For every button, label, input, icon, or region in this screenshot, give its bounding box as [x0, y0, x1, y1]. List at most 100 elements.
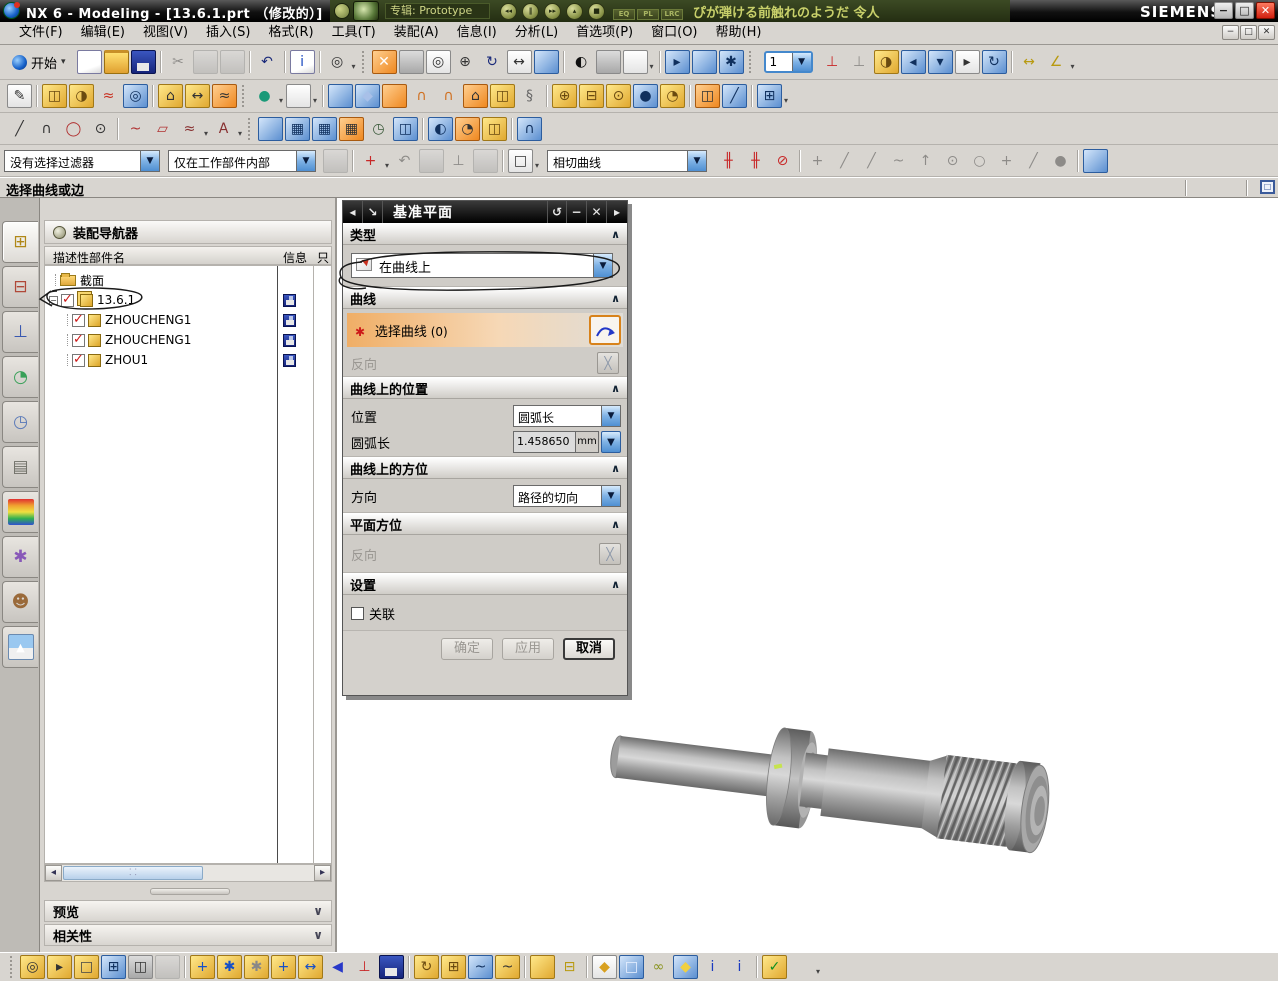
variant-component-icon[interactable]: ⊞: [441, 955, 466, 979]
dialog-minimize-icon[interactable]: −: [567, 201, 587, 223]
dialog-back-icon[interactable]: ◂: [343, 201, 363, 223]
unite-icon[interactable]: ⊕: [552, 84, 577, 108]
joined-surface-icon[interactable]: ◫: [482, 116, 507, 141]
dialog-reset-icon[interactable]: ↺: [547, 201, 567, 223]
location-combo[interactable]: 圆弧长 ▼: [513, 405, 621, 427]
measure-angle-icon[interactable]: ∠: [1044, 50, 1075, 74]
undo-icon[interactable]: ↶: [255, 50, 280, 74]
draft-surface-icon[interactable]: ◐: [428, 116, 453, 141]
subtract-icon[interactable]: ⊟: [579, 84, 604, 108]
tree-row-section[interactable]: 截面: [45, 270, 331, 290]
menu-assemblies[interactable]: 装配(A): [385, 22, 448, 44]
panel-splitter-handle[interactable]: [150, 888, 230, 895]
orientation-section-header[interactable]: 曲线上的方位 ∧: [343, 457, 627, 479]
interpart-diamond-icon[interactable]: ◆: [673, 955, 698, 979]
collapse-chevron-icon[interactable]: ∧: [611, 462, 620, 475]
scroll-left-icon[interactable]: ◂: [45, 865, 62, 881]
zoom-box-icon[interactable]: ◎: [425, 50, 451, 74]
column-info[interactable]: 信息: [283, 249, 307, 266]
collapse-chevron-icon[interactable]: ∧: [611, 578, 620, 591]
deselect-all-icon[interactable]: [419, 148, 444, 173]
undo-selection-icon[interactable]: ↶: [392, 149, 417, 173]
curve-select-tool-button[interactable]: [589, 315, 621, 345]
sketch-icon[interactable]: ✎: [7, 84, 32, 108]
column-read-only[interactable]: 只: [317, 249, 329, 266]
sequence-icon[interactable]: ⊟: [557, 955, 582, 979]
collapse-chevron-icon[interactable]: ∧: [611, 228, 620, 241]
wave-geometry-linker-icon[interactable]: ◆: [592, 955, 617, 979]
chevron-down-icon[interactable]: ∨: [313, 904, 323, 918]
navigator-horizontal-scrollbar[interactable]: ◂ ▸: [44, 864, 332, 882]
arc-length-value[interactable]: 1.458650: [513, 431, 575, 453]
paste-icon[interactable]: [219, 50, 245, 74]
chevron-down-icon[interactable]: ∨: [313, 928, 323, 942]
copy-icon[interactable]: [192, 50, 218, 74]
curve-rule-dropdown-arrow-icon[interactable]: ▼: [687, 150, 706, 171]
graphics-window[interactable]: X Y Z ⊞⊟⊥◔◷▤✱☻▲ 装配导航器 描述性部件名 信息 只 截面: [0, 198, 1278, 952]
player-rewind-button[interactable]: ◂◂: [500, 2, 517, 20]
dependencies-section-bar[interactable]: 相关性 ∨: [44, 924, 332, 946]
plane-orientation-section-header[interactable]: 平面方位 ∧: [343, 513, 627, 535]
player-forward-button[interactable]: ▸▸: [544, 2, 561, 20]
text-curve-icon[interactable]: A: [211, 117, 242, 141]
background-icon[interactable]: [595, 50, 621, 74]
column-descriptive-part-name[interactable]: 描述性部件名: [53, 249, 125, 266]
component-checkbox[interactable]: [72, 332, 85, 347]
layer-dropdown-arrow-icon[interactable]: ▼: [791, 53, 811, 71]
chain-link-icon[interactable]: ∞: [646, 955, 671, 979]
hole-icon[interactable]: ●: [633, 84, 658, 108]
start-button[interactable]: 开始 ▾: [6, 52, 72, 73]
save-file-icon[interactable]: [130, 50, 156, 74]
boss-icon[interactable]: [382, 84, 407, 108]
primitive-icon[interactable]: ●: [252, 84, 283, 108]
interpart-link-b-icon[interactable]: ╫: [743, 149, 768, 173]
measure-distance-icon[interactable]: ↔: [1017, 50, 1042, 74]
cancel-button[interactable]: 取消: [563, 638, 615, 660]
dialog-drag-icon[interactable]: ↘: [363, 201, 383, 223]
menu-format[interactable]: 格式(R): [259, 22, 322, 44]
no-snap-icon[interactable]: ⊘: [770, 149, 795, 173]
menu-window[interactable]: 窗口(O): [642, 22, 706, 44]
menu-analysis[interactable]: 分析(L): [506, 22, 567, 44]
resource-tab-part-navigator[interactable]: ⊥: [2, 311, 38, 353]
player-stop-button[interactable]: ■: [588, 2, 605, 20]
component-checkbox[interactable]: [72, 312, 85, 327]
snap-pole-icon[interactable]: ↑: [913, 149, 938, 173]
sphere-icon[interactable]: ◆: [355, 84, 380, 108]
collapse-expander-icon[interactable]: −: [49, 295, 58, 305]
navigator-title-bar[interactable]: 装配导航器: [44, 220, 332, 244]
tree-row-zhoucheng1-2[interactable]: ZHOUCHENG1: [45, 330, 331, 350]
show-and-hide-icon[interactable]: ◂: [900, 50, 926, 74]
menu-view[interactable]: 视图(V): [134, 22, 197, 44]
pan-view-icon[interactable]: ↔: [506, 50, 532, 74]
select-components-icon[interactable]: □: [74, 955, 99, 979]
fill-view-icon[interactable]: [398, 50, 424, 74]
datum-plane-offset-icon[interactable]: [691, 50, 717, 74]
collapse-chevron-icon[interactable]: ∧: [611, 518, 620, 531]
snap-on-curve-icon[interactable]: ~: [886, 149, 911, 173]
pin-icon[interactable]: [53, 225, 66, 239]
menu-tools[interactable]: 工具(T): [323, 22, 385, 44]
rectangle-select-icon[interactable]: □: [508, 148, 539, 173]
resource-tab-system-materials[interactable]: ▤: [2, 446, 38, 488]
wrench-edit-icon[interactable]: ~: [468, 955, 493, 979]
player-pause-button[interactable]: ‖: [522, 2, 539, 20]
link-information-icon[interactable]: i: [700, 955, 725, 979]
profile-icon[interactable]: ▱: [150, 117, 175, 141]
snap-quadrant-icon[interactable]: ○: [967, 149, 992, 173]
player-lrc-button[interactable]: LRC: [661, 9, 683, 20]
remember-constraints-icon[interactable]: [379, 955, 404, 979]
pocket-icon[interactable]: ◫: [490, 84, 515, 108]
shaft-3d-model[interactable]: [335, 698, 1078, 938]
dialog-close-icon[interactable]: ✕: [587, 201, 607, 223]
verify-constraints-icon[interactable]: ✓: [762, 955, 787, 979]
snap-enable-icon[interactable]: +: [805, 149, 830, 173]
interpart-link-a-icon[interactable]: ╫: [716, 149, 741, 173]
collapse-chevron-icon[interactable]: ∧: [611, 292, 620, 305]
snap-intersection-icon[interactable]: +: [994, 149, 1019, 173]
replace-component-icon[interactable]: ↻: [414, 955, 439, 979]
curve-rule-combo[interactable]: 相切曲线 ▼: [547, 149, 707, 172]
filter-dropdown-arrow-icon[interactable]: ▼: [140, 150, 159, 171]
offset-face-icon[interactable]: ≈: [212, 84, 237, 108]
open-file-icon[interactable]: [103, 50, 129, 74]
